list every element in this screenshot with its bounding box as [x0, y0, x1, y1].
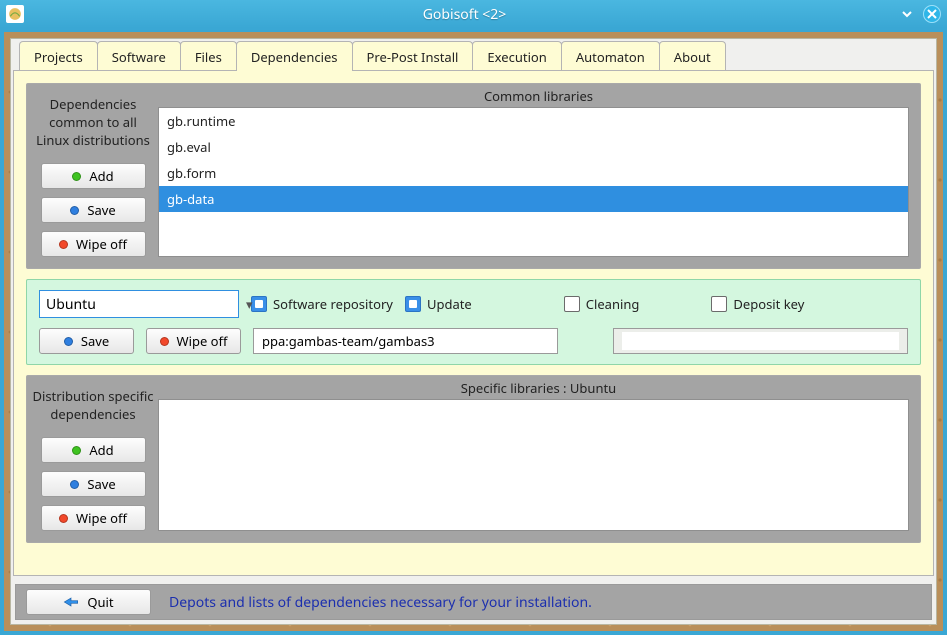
- common-add-button[interactable]: Add: [41, 163, 146, 189]
- status-bar: Quit Depots and lists of dependencies ne…: [15, 584, 932, 620]
- chevron-down-icon[interactable]: ▾: [246, 295, 253, 313]
- button-label: Add: [89, 167, 113, 185]
- close-icon[interactable]: [923, 5, 941, 23]
- check-label: Cleaning: [586, 295, 640, 313]
- window-frame: Projects Software Files Dependencies Pre…: [0, 28, 947, 635]
- common-header: Common libraries: [158, 85, 919, 107]
- button-label: Quit: [87, 593, 113, 611]
- app-icon: [6, 5, 24, 23]
- button-label: Save: [87, 201, 115, 219]
- mid-wipe-button[interactable]: Wipe off: [146, 328, 241, 354]
- specific-listbox[interactable]: [158, 399, 909, 531]
- tab-files[interactable]: Files: [180, 41, 237, 71]
- distro-combobox[interactable]: ▾: [39, 290, 239, 318]
- minimize-icon[interactable]: [897, 4, 917, 24]
- status-message: Depots and lists of dependencies necessa…: [169, 593, 592, 612]
- check-label: Update: [427, 295, 472, 313]
- check-cleaning[interactable]: Cleaning: [564, 295, 640, 313]
- tab-content-dependencies: Dependencies common to all Linux distrib…: [13, 70, 934, 576]
- tabbar: Projects Software Files Dependencies Pre…: [13, 41, 934, 71]
- button-label: Save: [81, 332, 109, 350]
- dot-red-icon: [160, 337, 169, 346]
- dot-green-icon: [72, 446, 81, 455]
- check-update[interactable]: Update: [405, 295, 472, 313]
- quit-button[interactable]: Quit: [26, 589, 151, 615]
- dot-blue-icon: [64, 337, 73, 346]
- tab-about[interactable]: About: [659, 41, 726, 71]
- tab-prepost[interactable]: Pre-Post Install: [352, 41, 474, 71]
- tab-dependencies[interactable]: Dependencies: [236, 41, 353, 71]
- group-distro-options: ▾ Software repository Update Cleaning: [26, 279, 921, 365]
- checkbox-icon: [711, 296, 727, 312]
- dot-red-icon: [59, 514, 68, 523]
- titlebar: Gobisoft <2>: [0, 0, 947, 28]
- specific-wipe-button[interactable]: Wipe off: [41, 505, 146, 531]
- button-label: Add: [89, 441, 113, 459]
- tab-software[interactable]: Software: [97, 41, 181, 71]
- deposit-input[interactable]: [622, 332, 899, 350]
- checkbox-icon: [251, 296, 267, 312]
- group-specific: Distribution specific dependencies Add S…: [26, 375, 921, 543]
- checkbox-icon: [564, 296, 580, 312]
- button-label: Wipe off: [76, 509, 127, 527]
- common-save-button[interactable]: Save: [41, 197, 146, 223]
- tab-execution[interactable]: Execution: [472, 41, 561, 71]
- dot-green-icon: [72, 172, 81, 181]
- dot-red-icon: [59, 240, 68, 249]
- check-label: Deposit key: [733, 295, 804, 313]
- list-item[interactable]: gb-data: [159, 186, 908, 212]
- check-software-repo[interactable]: Software repository: [251, 295, 393, 313]
- arrow-left-icon: [63, 596, 79, 608]
- tab-automaton[interactable]: Automaton: [561, 41, 660, 71]
- group-common: Dependencies common to all Linux distrib…: [26, 83, 921, 269]
- common-listbox[interactable]: gb.runtime gb.eval gb.form gb-data: [158, 107, 909, 257]
- dot-blue-icon: [70, 206, 79, 215]
- common-caption: Dependencies common to all Linux distrib…: [32, 95, 154, 149]
- specific-add-button[interactable]: Add: [41, 437, 146, 463]
- common-wipe-button[interactable]: Wipe off: [41, 231, 146, 257]
- button-label: Save: [87, 475, 115, 493]
- distro-input[interactable]: [46, 295, 246, 314]
- window-title: Gobisoft <2>: [32, 5, 897, 24]
- button-label: Wipe off: [76, 235, 127, 253]
- list-item[interactable]: gb.eval: [159, 134, 908, 160]
- checkbox-icon: [405, 296, 421, 312]
- list-item[interactable]: gb.runtime: [159, 108, 908, 134]
- dot-blue-icon: [70, 480, 79, 489]
- specific-save-button[interactable]: Save: [41, 471, 146, 497]
- list-item[interactable]: gb.form: [159, 160, 908, 186]
- tab-projects[interactable]: Projects: [19, 41, 98, 71]
- specific-caption: Distribution specific dependencies: [32, 387, 154, 423]
- mid-save-button[interactable]: Save: [39, 328, 134, 354]
- check-deposit-key[interactable]: Deposit key: [711, 295, 804, 313]
- repo-field[interactable]: [253, 328, 558, 354]
- specific-header: Specific libraries : Ubuntu: [158, 377, 919, 399]
- repo-input[interactable]: [262, 332, 549, 350]
- window-body: Projects Software Files Dependencies Pre…: [10, 38, 937, 625]
- button-label: Wipe off: [177, 332, 228, 350]
- check-label: Software repository: [273, 295, 393, 313]
- deposit-field[interactable]: [613, 328, 908, 354]
